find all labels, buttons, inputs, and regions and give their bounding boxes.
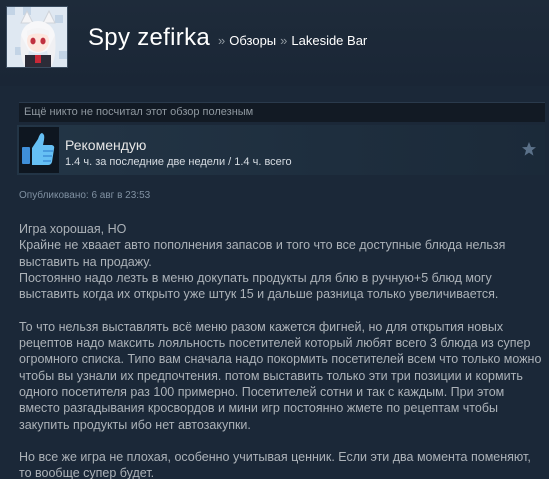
breadcrumb-separator: » xyxy=(280,33,288,48)
helpful-count-bar: Ещё никто не посчитал этот обзор полезны… xyxy=(19,102,545,122)
review-paragraph: Но все же игра не плохая, особенно учиты… xyxy=(19,450,531,479)
recommendation-box: Рекомендую 1.4 ч. за последние две недел… xyxy=(17,125,545,175)
username-link[interactable]: Spy zefirka xyxy=(88,24,210,52)
breadcrumb-separator: » xyxy=(218,33,226,48)
review-paragraph: То что нельзя выставлять всё меню разом … xyxy=(19,319,542,432)
playtime-hours: 1.4 ч. за последние две недели / 1.4 ч. … xyxy=(65,156,292,168)
title-row: Spy zefirka » Обзоры » Lakeside Bar xyxy=(88,24,367,52)
review-body: Игра хорошая, НО Крайне не хваает авто п… xyxy=(19,221,545,479)
thumb-container xyxy=(19,127,59,173)
anime-avatar-image xyxy=(7,7,67,67)
breadcrumb-game-link[interactable]: Lakeside Bar xyxy=(291,33,367,48)
profile-header: Spy zefirka » Обзоры » Lakeside Bar xyxy=(0,0,549,86)
avatar[interactable] xyxy=(6,6,68,68)
posted-date: Опубликовано: 6 авг в 23:53 xyxy=(19,190,151,201)
review-paragraph: Игра хорошая, НО Крайне не хваает авто п… xyxy=(19,222,506,302)
recommendation-title: Рекомендую xyxy=(65,137,147,153)
thumbs-up-icon xyxy=(22,133,55,165)
breadcrumb-reviews-link[interactable]: Обзоры xyxy=(229,33,276,48)
star-icon[interactable] xyxy=(521,141,537,157)
